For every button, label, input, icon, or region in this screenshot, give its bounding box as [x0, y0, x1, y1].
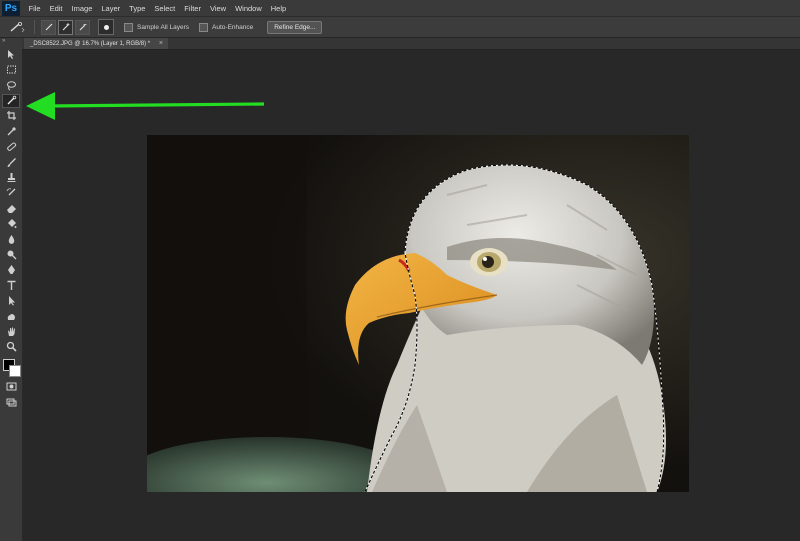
- quick-selection-icon: [10, 21, 25, 33]
- new-selection-button[interactable]: [41, 19, 56, 35]
- paint-bucket-tool-icon[interactable]: [2, 217, 20, 231]
- history-brush-tool-icon[interactable]: [2, 186, 20, 200]
- brush-tool-icon[interactable]: [2, 155, 20, 169]
- eraser-tool-icon[interactable]: [2, 201, 20, 215]
- zoom-tool-icon[interactable]: [2, 340, 20, 354]
- menu-file[interactable]: File: [29, 4, 41, 13]
- menu-window[interactable]: Window: [235, 4, 262, 13]
- add-to-selection-icon: [62, 23, 69, 31]
- eagle-image: [147, 135, 689, 492]
- move-tool-icon[interactable]: [2, 47, 20, 61]
- quick-selection-tool-icon[interactable]: [2, 93, 20, 108]
- menu-view[interactable]: View: [210, 4, 226, 13]
- brush-dot-icon: [103, 24, 109, 30]
- clone-stamp-tool-icon[interactable]: [2, 171, 20, 185]
- subtract-from-selection-button[interactable]: [75, 19, 90, 35]
- eagle-photo[interactable]: [147, 135, 689, 492]
- lasso-tool-icon[interactable]: [2, 78, 20, 92]
- close-icon[interactable]: ×: [159, 40, 163, 47]
- photoshop-logo: Ps: [2, 0, 20, 16]
- spot-healing-tool-icon[interactable]: [2, 140, 20, 154]
- options-bar: Sample All Layers Auto-Enhance Refine Ed…: [0, 17, 800, 38]
- menu-edit[interactable]: Edit: [50, 4, 63, 13]
- menu-select[interactable]: Select: [154, 4, 175, 13]
- canvas-area[interactable]: [23, 50, 800, 541]
- add-to-selection-button[interactable]: [58, 19, 73, 35]
- auto-enhance-checkbox[interactable]: [199, 22, 209, 32]
- document-tab-title: _DSC8522.JPG @ 16.7% (Layer 1, RGB/8) *: [30, 40, 151, 47]
- document-tab-bar: _DSC8522.JPG @ 16.7% (Layer 1, RGB/8) * …: [22, 38, 800, 50]
- quick-mask-icon[interactable]: [2, 380, 20, 394]
- eyedropper-tool-icon[interactable]: [2, 124, 20, 138]
- dodge-tool-icon[interactable]: [2, 247, 20, 261]
- menu-image[interactable]: Image: [72, 4, 93, 13]
- new-selection-icon: [45, 23, 52, 31]
- divider: [34, 20, 35, 34]
- menu-bar: Ps File Edit Image Layer Type Select Fil…: [0, 0, 800, 17]
- refine-edge-button[interactable]: Refine Edge...: [267, 20, 323, 34]
- path-selection-tool-icon[interactable]: [2, 294, 20, 308]
- hand-tool-icon[interactable]: [2, 324, 20, 338]
- collapse-toolbar-button[interactable]: »: [0, 38, 22, 46]
- type-tool-icon[interactable]: [2, 278, 20, 292]
- sample-all-layers-label: Sample All Layers: [137, 23, 190, 31]
- background-color-swatch[interactable]: [9, 364, 21, 377]
- crop-tool-icon[interactable]: [2, 109, 20, 123]
- screen-mode-icon[interactable]: [2, 395, 20, 409]
- sample-all-layers-checkbox[interactable]: [124, 22, 133, 32]
- document-tab[interactable]: _DSC8522.JPG @ 16.7% (Layer 1, RGB/8) * …: [24, 38, 168, 49]
- menu-filter[interactable]: Filter: [184, 4, 201, 13]
- auto-enhance-label: Auto-Enhance: [212, 23, 254, 31]
- menu-help[interactable]: Help: [271, 4, 286, 13]
- brush-size-picker[interactable]: [98, 19, 114, 35]
- menu-type[interactable]: Type: [129, 4, 145, 13]
- blur-tool-icon[interactable]: [2, 232, 20, 246]
- marquee-tool-icon[interactable]: [2, 63, 20, 77]
- tools-panel: »: [0, 38, 23, 541]
- tool-preset-picker[interactable]: [6, 20, 28, 34]
- color-swatches[interactable]: [2, 358, 21, 377]
- shape-tool-icon[interactable]: [2, 309, 20, 323]
- menu-layer[interactable]: Layer: [101, 4, 120, 13]
- subtract-from-selection-icon: [79, 24, 86, 31]
- pen-tool-icon[interactable]: [2, 263, 20, 277]
